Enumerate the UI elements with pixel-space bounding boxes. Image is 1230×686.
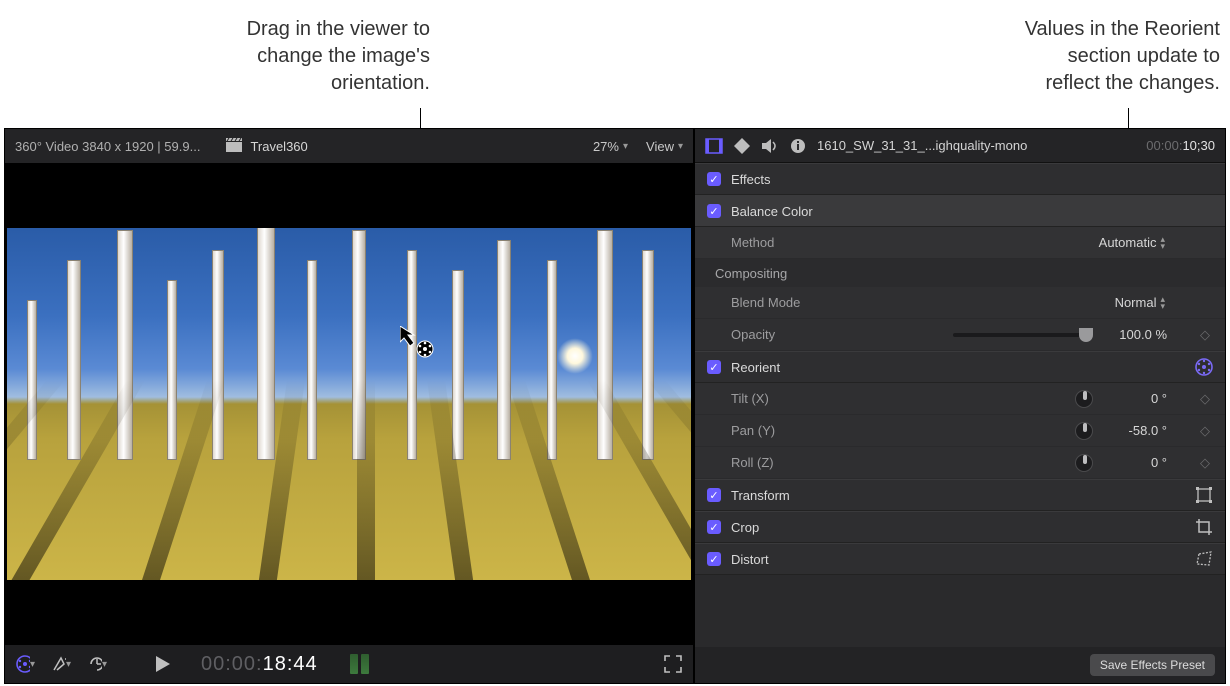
sun-highlight bbox=[557, 338, 593, 374]
inspector-panel: 1610_SW_31_31_...ighquality-mono 00:00:1… bbox=[695, 129, 1225, 683]
effects-title: Effects bbox=[731, 172, 771, 187]
play-button[interactable] bbox=[153, 654, 173, 674]
method-row: Method Automatic ▴▾ bbox=[695, 227, 1225, 259]
keyframe-button[interactable]: ◇ bbox=[1197, 327, 1213, 343]
effects-section-header[interactable]: ✓ Effects bbox=[695, 163, 1225, 195]
video-inspector-tab[interactable] bbox=[705, 137, 723, 155]
audio-meter[interactable] bbox=[350, 654, 369, 674]
zoom-value: 27% bbox=[593, 139, 619, 154]
roll-row: Roll (Z) 0 ° ◇ bbox=[695, 447, 1225, 479]
retime-menu[interactable]: ▾ bbox=[87, 654, 107, 674]
roll-dial[interactable] bbox=[1075, 454, 1093, 472]
blend-mode-label: Blend Mode bbox=[731, 295, 851, 310]
crop-section-header[interactable]: ✓ Crop bbox=[695, 511, 1225, 543]
transform-onscreen-control-button[interactable] bbox=[1195, 486, 1213, 504]
viewer-clip-title: Travel360 bbox=[250, 139, 307, 154]
reorient-onscreen-control-button[interactable] bbox=[1195, 358, 1213, 376]
transform-checkbox[interactable]: ✓ bbox=[707, 488, 721, 502]
tilt-label: Tilt (X) bbox=[731, 391, 851, 406]
view-menu[interactable]: View ▾ bbox=[646, 139, 683, 154]
transform-section-header[interactable]: ✓ Transform bbox=[695, 479, 1225, 511]
roll-label: Roll (Z) bbox=[731, 455, 851, 470]
tilt-dial[interactable] bbox=[1075, 390, 1093, 408]
crop-title: Crop bbox=[731, 520, 759, 535]
distort-section-header[interactable]: ✓ Distort bbox=[695, 543, 1225, 575]
clapperboard-icon bbox=[226, 138, 242, 155]
transform-title: Transform bbox=[731, 488, 790, 503]
annotation-right: Values in the Reorient section update to… bbox=[800, 16, 1220, 97]
view-label: View bbox=[646, 139, 674, 154]
crop-checkbox[interactable]: ✓ bbox=[707, 520, 721, 534]
chevron-down-icon: ▾ bbox=[678, 141, 683, 152]
viewer-timecode[interactable]: 00:00:18:44 bbox=[201, 653, 318, 676]
viewer-image bbox=[7, 228, 691, 580]
timecode-dim: 00:00: bbox=[201, 653, 263, 676]
balance-color-checkbox[interactable]: ✓ bbox=[707, 204, 721, 218]
reorient-section-header[interactable]: ✓ Reorient bbox=[695, 351, 1225, 383]
timecode-active: 18:44 bbox=[263, 653, 318, 676]
compositing-heading: Compositing bbox=[695, 259, 1225, 287]
audio-inspector-tab[interactable] bbox=[761, 137, 779, 155]
blend-mode-row: Blend Mode Normal ▴▾ bbox=[695, 287, 1225, 319]
balance-color-title: Balance Color bbox=[731, 204, 813, 219]
viewer-canvas[interactable] bbox=[5, 163, 693, 645]
blend-mode-value: Normal bbox=[1115, 295, 1157, 310]
pan-label: Pan (Y) bbox=[731, 423, 851, 438]
distort-checkbox[interactable]: ✓ bbox=[707, 552, 721, 566]
balance-color-header[interactable]: ✓ Balance Color bbox=[695, 195, 1225, 227]
effects-checkbox[interactable]: ✓ bbox=[707, 172, 721, 186]
popup-arrows-icon: ▴▾ bbox=[1160, 296, 1165, 310]
pan-value[interactable]: -58.0 ° bbox=[1103, 423, 1167, 438]
method-popup[interactable]: Automatic ▴▾ bbox=[1099, 235, 1165, 250]
reorient-tool-menu[interactable]: ▾ bbox=[15, 654, 35, 674]
method-value: Automatic bbox=[1099, 235, 1157, 250]
chevron-down-icon: ▾ bbox=[66, 659, 71, 670]
distort-onscreen-control-button[interactable] bbox=[1195, 550, 1213, 568]
method-label: Method bbox=[731, 235, 851, 250]
reorient-drag-cursor bbox=[400, 326, 436, 360]
pan-dial[interactable] bbox=[1075, 422, 1093, 440]
chevron-down-icon: ▾ bbox=[30, 659, 35, 670]
info-inspector-tab[interactable] bbox=[789, 137, 807, 155]
tilt-row: Tilt (X) 0 ° ◇ bbox=[695, 383, 1225, 415]
opacity-row: Opacity 100.0 % ◇ bbox=[695, 319, 1225, 351]
zoom-menu[interactable]: 27% ▾ bbox=[593, 139, 628, 154]
chevron-down-icon: ▾ bbox=[623, 141, 628, 152]
opacity-value[interactable]: 100.0 % bbox=[1103, 327, 1167, 342]
app-window: 360° Video 3840 x 1920 | 59.9... Travel3… bbox=[4, 128, 1226, 684]
viewer-panel: 360° Video 3840 x 1920 | 59.9... Travel3… bbox=[5, 129, 695, 683]
keyframe-button[interactable]: ◇ bbox=[1197, 391, 1213, 407]
enhancements-menu[interactable]: ▾ bbox=[51, 654, 71, 674]
reorient-checkbox[interactable]: ✓ bbox=[707, 360, 721, 374]
inspector-timecode: 00:00:10;30 bbox=[1146, 138, 1215, 154]
opacity-label: Opacity bbox=[731, 327, 851, 342]
keyframe-button[interactable]: ◇ bbox=[1197, 455, 1213, 471]
annotation-left: Drag in the viewer to change the image's… bbox=[130, 16, 430, 97]
reorient-title: Reorient bbox=[731, 360, 780, 375]
roll-value[interactable]: 0 ° bbox=[1103, 455, 1167, 470]
inspector-footer: Save Effects Preset bbox=[695, 647, 1225, 683]
inspector-top-bar: 1610_SW_31_31_...ighquality-mono 00:00:1… bbox=[695, 129, 1225, 163]
popup-arrows-icon: ▴▾ bbox=[1160, 236, 1165, 250]
viewer-top-bar: 360° Video 3840 x 1920 | 59.9... Travel3… bbox=[5, 129, 693, 163]
viewer-media-info: 360° Video 3840 x 1920 | 59.9... bbox=[15, 139, 200, 154]
crop-onscreen-control-button[interactable] bbox=[1195, 518, 1213, 536]
distort-title: Distort bbox=[731, 552, 769, 567]
opacity-slider[interactable] bbox=[953, 333, 1093, 337]
save-effects-preset-button[interactable]: Save Effects Preset bbox=[1090, 654, 1215, 676]
blend-mode-popup[interactable]: Normal ▴▾ bbox=[1115, 295, 1165, 310]
generator-inspector-tab[interactable] bbox=[733, 137, 751, 155]
viewer-bottom-bar: ▾ ▾ ▾ 00:00:18:44 bbox=[5, 645, 693, 683]
inspector-clip-name: 1610_SW_31_31_...ighquality-mono bbox=[817, 138, 1136, 153]
tilt-value[interactable]: 0 ° bbox=[1103, 391, 1167, 406]
fullscreen-button[interactable] bbox=[663, 654, 683, 674]
keyframe-button[interactable]: ◇ bbox=[1197, 423, 1213, 439]
chevron-down-icon: ▾ bbox=[102, 659, 107, 670]
pan-row: Pan (Y) -58.0 ° ◇ bbox=[695, 415, 1225, 447]
